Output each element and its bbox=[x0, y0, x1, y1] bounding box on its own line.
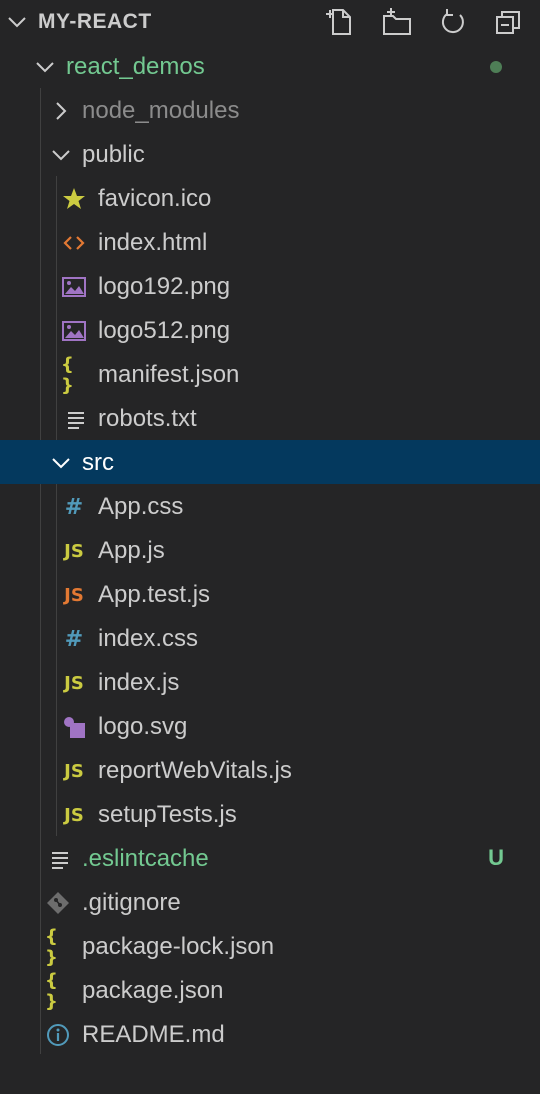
tree-item-label: index.html bbox=[98, 229, 208, 256]
tree-item-label: reportWebVitals.js bbox=[98, 757, 292, 784]
tree-item-label: index.js bbox=[98, 669, 180, 696]
modified-dot bbox=[490, 61, 502, 73]
chevron-down-icon bbox=[48, 142, 74, 168]
css-icon: # bbox=[64, 494, 84, 520]
tree-item-label: .eslintcache bbox=[82, 845, 209, 872]
new-file-icon[interactable] bbox=[324, 6, 358, 38]
tree-item-label: robots.txt bbox=[98, 405, 197, 432]
test-javascript-icon: JS bbox=[64, 584, 84, 606]
refresh-icon[interactable] bbox=[436, 6, 470, 38]
tree-folder-src[interactable]: src bbox=[0, 440, 540, 484]
tree-file-favicon[interactable]: favicon.ico bbox=[0, 176, 540, 220]
tree-file-app-js[interactable]: JS App.js bbox=[0, 528, 540, 572]
tree-item-label: favicon.ico bbox=[98, 185, 212, 212]
tree-item-label: App.test.js bbox=[98, 581, 211, 608]
workspace-title: MY-REACT bbox=[38, 10, 152, 33]
chevron-down-icon bbox=[48, 450, 74, 476]
tree-file-logo-svg[interactable]: logo.svg bbox=[0, 704, 540, 748]
file-explorer: MY-REACT react_demos node_modules public… bbox=[0, 0, 540, 1094]
tree-item-label: setupTests.js bbox=[98, 801, 237, 828]
tree-file-gitignore[interactable]: .gitignore bbox=[0, 880, 540, 924]
javascript-icon: JS bbox=[64, 540, 84, 562]
svg-icon bbox=[61, 714, 87, 740]
tree-item-label: README.md bbox=[82, 1021, 225, 1048]
tree-file-eslintcache[interactable]: .eslintcache U bbox=[0, 836, 540, 880]
chevron-right-icon bbox=[48, 98, 74, 124]
tree-file-index-js[interactable]: JS index.js bbox=[0, 660, 540, 704]
javascript-icon: JS bbox=[64, 760, 84, 782]
css-icon: # bbox=[64, 626, 84, 652]
tree-item-label: index.css bbox=[98, 625, 199, 652]
text-file-icon bbox=[47, 846, 73, 872]
tree-file-robots[interactable]: robots.txt bbox=[0, 396, 540, 440]
tree-item-label: logo512.png bbox=[98, 317, 231, 344]
tree-file-logo512[interactable]: logo512.png bbox=[0, 308, 540, 352]
tree-folder-public[interactable]: public bbox=[0, 132, 540, 176]
json-icon: { } bbox=[45, 970, 58, 1012]
tree-file-app-test[interactable]: JS App.test.js bbox=[0, 572, 540, 616]
tree-item-label: .gitignore bbox=[82, 889, 181, 916]
javascript-icon: JS bbox=[64, 804, 84, 826]
star-icon bbox=[61, 186, 87, 212]
tree-file-package-lock[interactable]: { } package-lock.json bbox=[0, 924, 540, 968]
tree-item-label: react_demos bbox=[66, 53, 205, 80]
explorer-actions bbox=[324, 6, 526, 38]
javascript-icon: JS bbox=[64, 672, 84, 694]
text-file-icon bbox=[63, 406, 89, 432]
tree-item-label: public bbox=[82, 141, 145, 168]
collapse-all-icon[interactable] bbox=[492, 6, 526, 38]
image-icon bbox=[61, 318, 87, 344]
tree-item-label: package-lock.json bbox=[82, 933, 275, 960]
tree-item-label: package.json bbox=[82, 977, 224, 1004]
chevron-down-icon[interactable] bbox=[6, 11, 28, 33]
tree-file-manifest[interactable]: { } manifest.json bbox=[0, 352, 540, 396]
tree-file-package[interactable]: { } package.json bbox=[0, 968, 540, 1012]
tree-item-label: logo.svg bbox=[98, 713, 188, 740]
chevron-down-icon bbox=[32, 54, 58, 80]
info-icon bbox=[45, 1022, 71, 1048]
tree-item-label: App.css bbox=[98, 493, 184, 520]
tree-item-label: src bbox=[82, 449, 114, 476]
html-icon bbox=[61, 230, 87, 256]
tree-file-report-web-vitals[interactable]: JS reportWebVitals.js bbox=[0, 748, 540, 792]
json-icon: { } bbox=[45, 926, 58, 968]
tree-folder-react-demos[interactable]: react_demos bbox=[0, 44, 540, 88]
image-icon bbox=[61, 274, 87, 300]
tree-item-label: logo192.png bbox=[98, 273, 231, 300]
tree-file-index-html[interactable]: index.html bbox=[0, 220, 540, 264]
tree-file-logo192[interactable]: logo192.png bbox=[0, 264, 540, 308]
tree-file-app-css[interactable]: # App.css bbox=[0, 484, 540, 528]
tree-item-label: manifest.json bbox=[98, 361, 240, 388]
tree-file-index-css[interactable]: # index.css bbox=[0, 616, 540, 660]
new-folder-icon[interactable] bbox=[380, 6, 414, 38]
tree-file-setup-tests[interactable]: JS setupTests.js bbox=[0, 792, 540, 836]
tree-item-label: node_modules bbox=[82, 97, 240, 124]
explorer-header[interactable]: MY-REACT bbox=[0, 0, 540, 44]
tree-item-label: App.js bbox=[98, 537, 165, 564]
untracked-status-badge: U bbox=[488, 845, 504, 870]
tree-file-readme[interactable]: README.md bbox=[0, 1012, 540, 1056]
git-icon bbox=[45, 890, 71, 916]
tree-folder-node-modules[interactable]: node_modules bbox=[0, 88, 540, 132]
json-icon: { } bbox=[61, 354, 74, 396]
